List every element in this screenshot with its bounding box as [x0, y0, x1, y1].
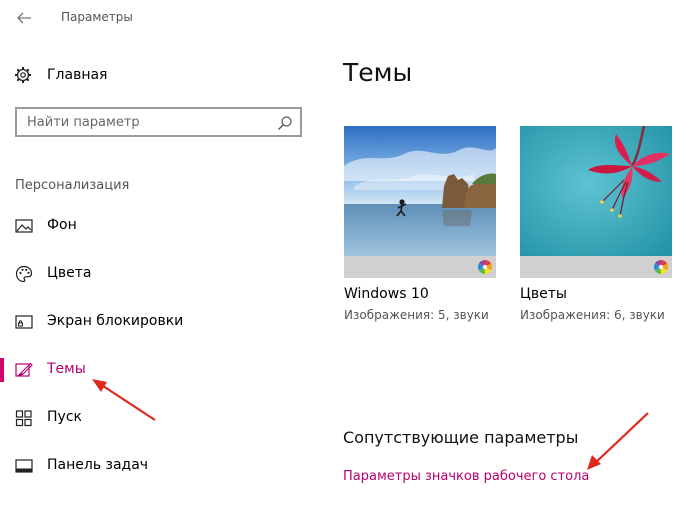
theme-thumbnail[interactable]	[344, 126, 496, 278]
sidebar-item-background[interactable]: Фон	[0, 211, 300, 241]
themes-icon	[15, 362, 33, 377]
active-indicator	[0, 358, 4, 382]
annotation-arrow-link	[587, 412, 649, 470]
search-input[interactable]	[27, 113, 267, 131]
picture-icon	[15, 219, 33, 233]
theme-name: Windows 10	[344, 286, 429, 302]
back-button[interactable]	[14, 8, 36, 28]
desktop-icon-settings-link[interactable]: Параметры значков рабочего стола	[343, 469, 589, 484]
palette-icon	[15, 265, 33, 283]
sidebar-item-label: Темы	[47, 361, 86, 377]
gear-icon	[15, 67, 31, 83]
related-settings-heading: Сопутствующие параметры	[343, 428, 579, 447]
beach-landscape-image	[344, 126, 496, 278]
window-title: Параметры	[61, 10, 133, 24]
nav-home[interactable]: Главная	[14, 64, 107, 86]
color-wheel-icon	[478, 260, 492, 274]
sidebar-item-label: Пуск	[47, 409, 82, 425]
title-bar: Параметры	[0, 0, 679, 38]
sidebar-item-lock-screen[interactable]: Экран блокировки	[0, 307, 300, 337]
sidebar-item-start[interactable]: Пуск	[0, 403, 300, 433]
nav-home-label: Главная	[47, 67, 108, 83]
theme-name: Цветы	[520, 286, 567, 302]
sidebar-item-label: Цвета	[47, 265, 92, 281]
search-icon[interactable]	[277, 115, 293, 131]
sidebar-item-label: Экран блокировки	[47, 313, 184, 329]
start-icon	[15, 410, 32, 427]
sidebar-item-taskbar[interactable]: Панель задач	[0, 451, 300, 481]
color-wheel-icon	[654, 260, 668, 274]
theme-description: Изображения: 6, звуки	[520, 308, 665, 322]
sidebar-item-themes[interactable]: Темы	[0, 355, 300, 385]
sidebar-item-label: Панель задач	[47, 457, 149, 473]
lock-screen-icon	[15, 315, 33, 329]
section-label: Персонализация	[15, 178, 130, 193]
theme-card-flowers[interactable]: Цветы Изображения: 6, звуки	[520, 126, 672, 322]
theme-description: Изображения: 5, звуки	[344, 308, 489, 322]
search-box[interactable]	[15, 107, 302, 137]
page-title: Темы	[343, 58, 413, 87]
back-arrow-icon	[17, 12, 31, 24]
sidebar-item-label: Фон	[47, 217, 77, 233]
theme-card-windows-10[interactable]: Windows 10 Изображения: 5, звуки	[344, 126, 496, 322]
flower-image	[520, 126, 672, 278]
sidebar-item-colors[interactable]: Цвета	[0, 259, 300, 289]
taskbar-icon	[15, 459, 33, 473]
theme-thumbnail[interactable]	[520, 126, 672, 278]
